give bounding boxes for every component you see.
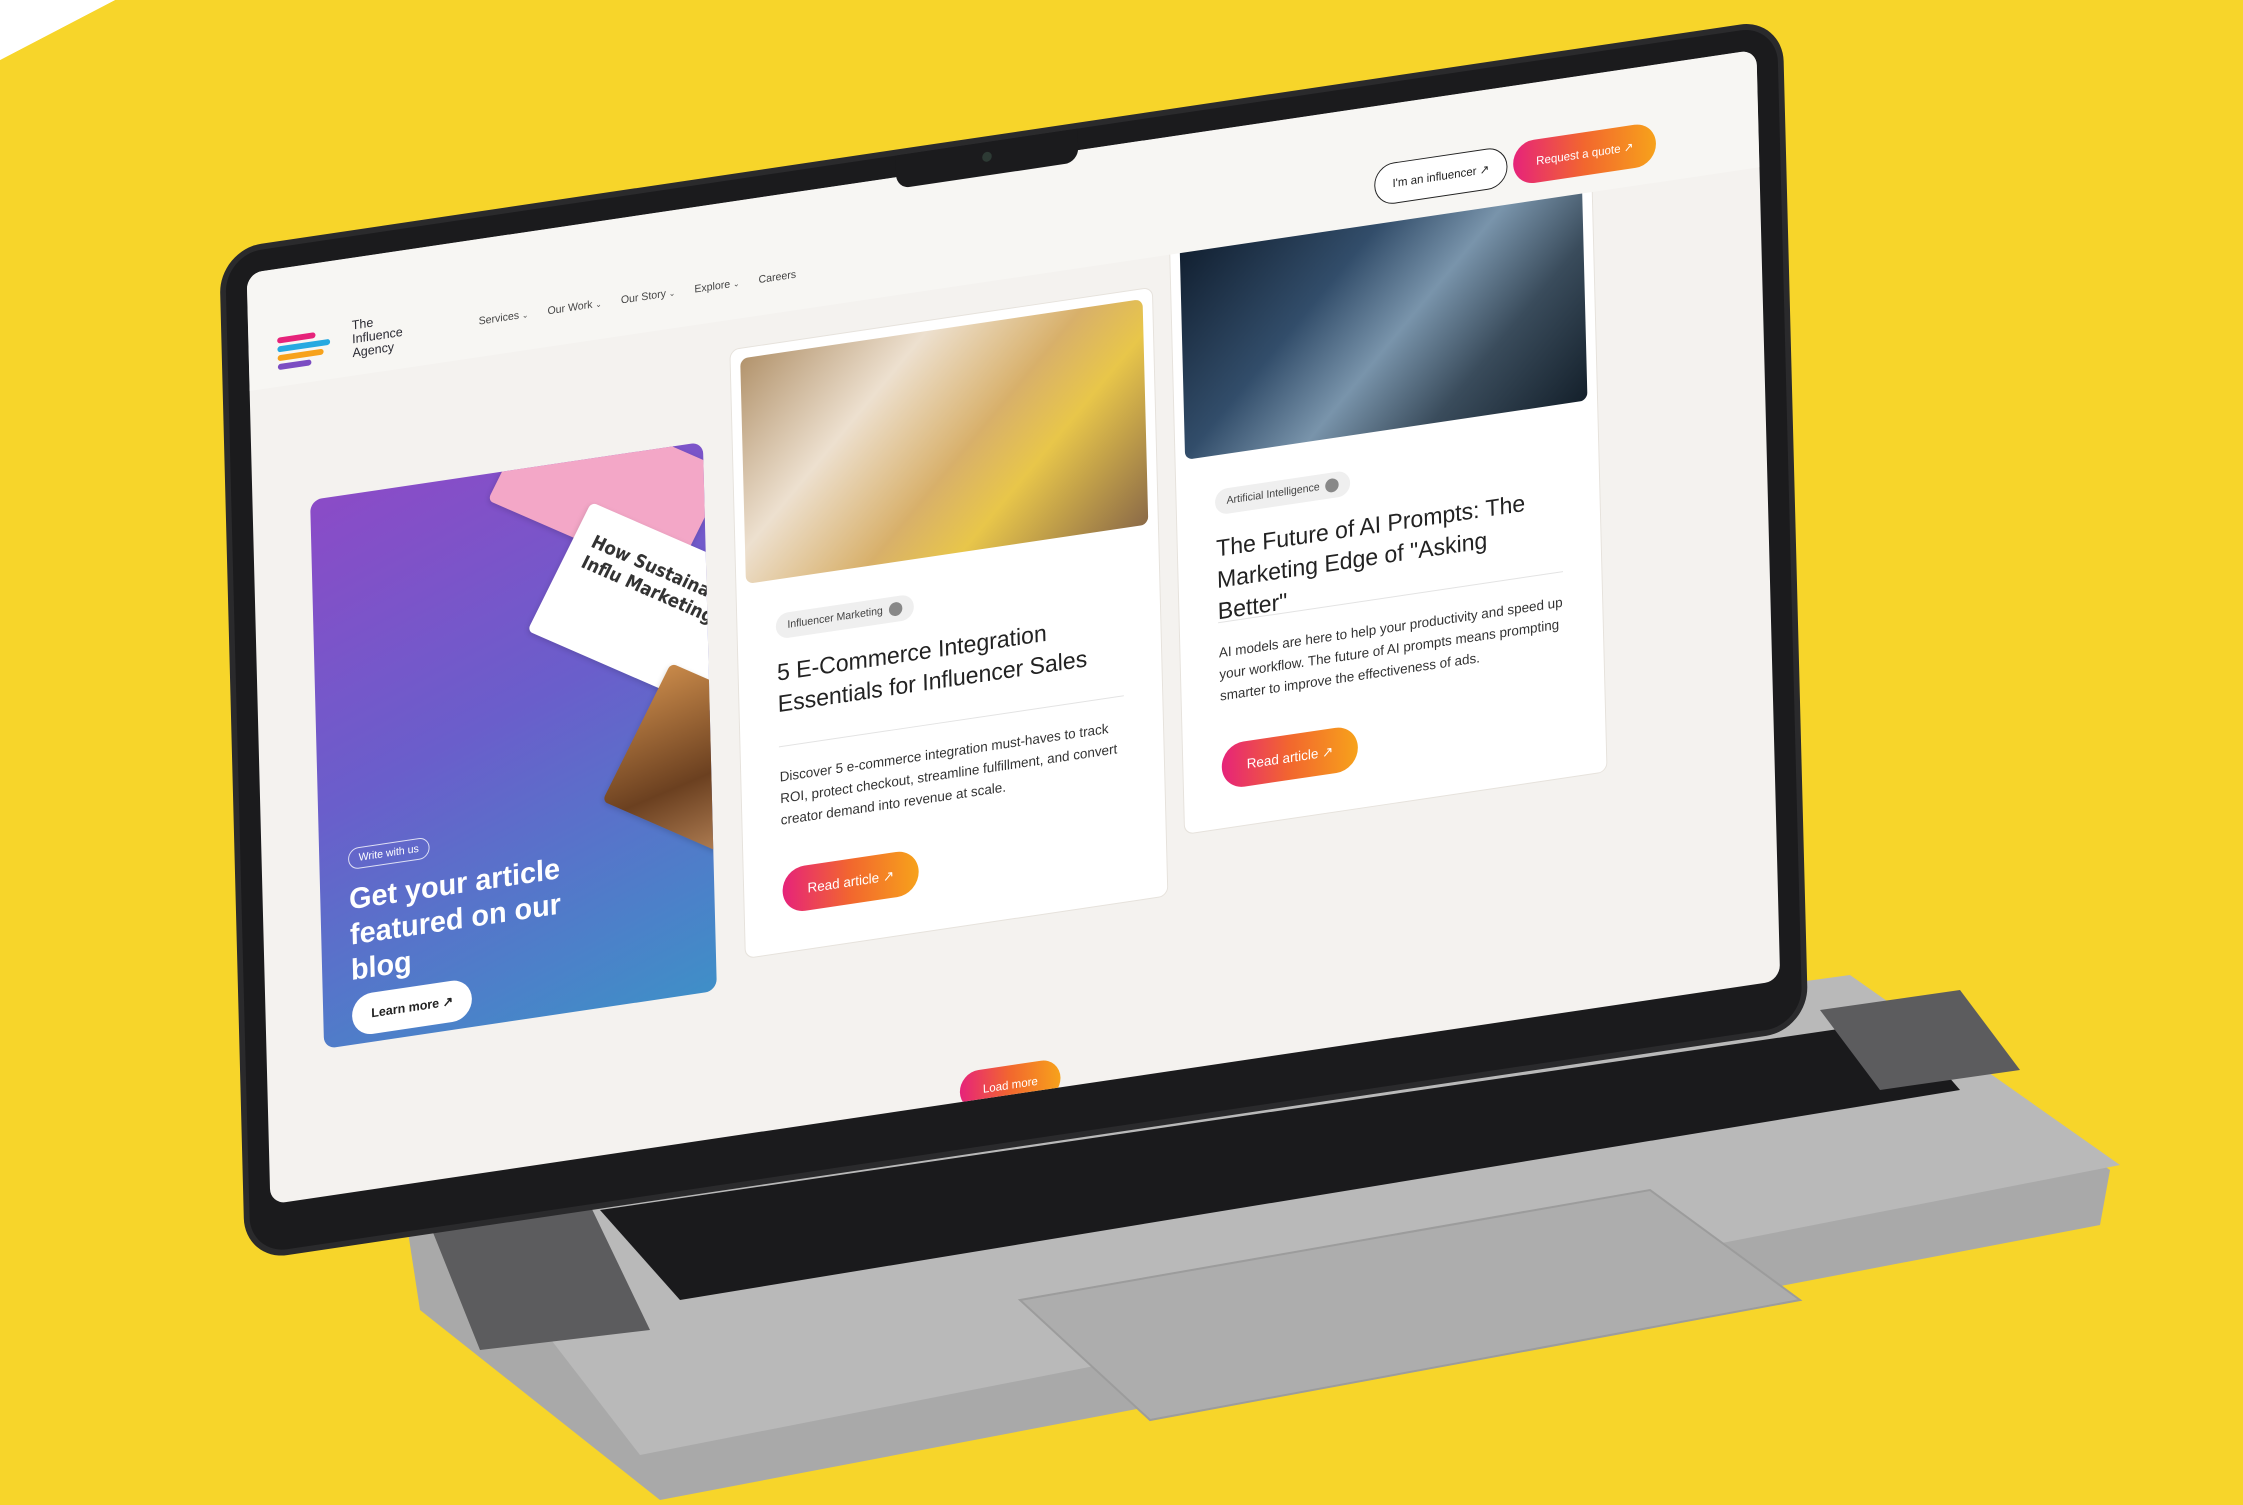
pinterest-icon[interactable]	[1018, 1122, 1039, 1145]
laptop-screen-group: The Influence Agency Services ⌄ Our Work ⌄…	[225, 20, 1803, 1255]
read-article-button[interactable]: Read article ↗	[1221, 724, 1359, 790]
learn-more-button[interactable]: Learn more ↗	[351, 977, 473, 1037]
nav-careers[interactable]: Careers	[758, 269, 796, 286]
article-description: Discover 5 e-commerce integration must-h…	[779, 720, 1118, 828]
nav-services[interactable]: Services ⌄	[478, 308, 529, 328]
promo-title: Get your article featured on our blog	[348, 852, 562, 987]
chevron-down-icon: ⌄	[595, 299, 602, 310]
website-screen: The Influence Agency Services ⌄ Our Work ⌄…	[246, 49, 1781, 1205]
arrow-up-right-icon: ↗	[1479, 162, 1490, 178]
load-more-button[interactable]: Load more	[959, 1057, 1062, 1112]
arrow-up-right-icon: ↗	[882, 867, 895, 885]
work-with-us-button[interactable]: Work with us ↗	[1113, 1081, 1236, 1143]
read-article-button[interactable]: Read article ↗	[782, 848, 920, 914]
promo-tile-photo	[602, 663, 717, 875]
screen-bezel: The Influence Agency Services ⌄ Our Work ⌄…	[225, 24, 1803, 1255]
chevron-down-icon: ⌄	[732, 279, 740, 289]
article-card[interactable]: Influencer Marketing 5 E-Commerce Integr…	[729, 286, 1169, 959]
write-with-us-badge: Write with us	[347, 836, 430, 871]
x-icon[interactable]	[985, 1127, 1006, 1150]
nav-our-work[interactable]: Our Work ⌄	[547, 298, 602, 317]
chevron-down-icon: ⌄	[521, 310, 529, 321]
write-with-us-promo: How Sustainable Is Influ Marketing? Writ…	[310, 441, 717, 1049]
camera	[982, 151, 992, 163]
agency-logo[interactable]	[277, 329, 335, 377]
youtube-icon[interactable]	[1050, 1117, 1071, 1140]
request-quote-button[interactable]: Request a quote ↗	[1512, 121, 1657, 186]
arrow-up-right-icon: ↗	[1623, 139, 1634, 155]
arrow-up-right-icon: ↗	[1321, 742, 1334, 761]
category-tag[interactable]: Artificial Intelligence	[1214, 469, 1351, 516]
category-tag[interactable]: Influencer Marketing	[775, 593, 914, 640]
nav-explore[interactable]: Explore ⌄	[694, 277, 740, 296]
nav-our-story[interactable]: Our Story ⌄	[621, 287, 676, 306]
chevron-down-icon: ⌄	[668, 288, 676, 299]
logo-text: The Influence Agency	[351, 314, 403, 361]
arrow-up-right-icon: ↗	[442, 993, 454, 1010]
influencer-button[interactable]: I'm an influencer ↗	[1373, 145, 1509, 207]
tag-icon	[888, 601, 903, 617]
arrow-up-right-icon: ↗	[1204, 1099, 1215, 1115]
tag-icon	[1325, 477, 1340, 494]
article-image-shop-owners	[740, 299, 1149, 585]
article-card[interactable]: Artificial Intelligence The Future of AI…	[1168, 162, 1608, 835]
